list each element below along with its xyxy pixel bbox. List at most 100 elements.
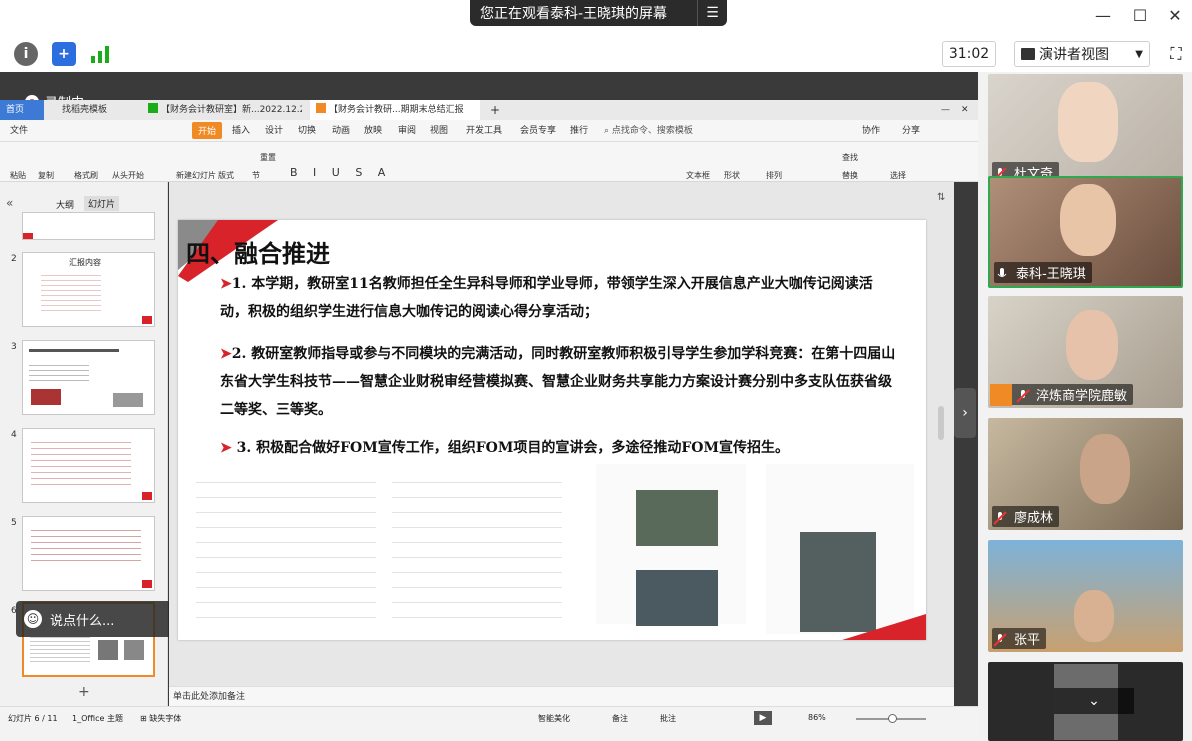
side-toolbar-icon[interactable]: ⇅ (937, 192, 951, 210)
play-icon[interactable]: ▶ (754, 711, 772, 725)
menu-transition[interactable]: 切换 (298, 123, 316, 136)
thumb-number: 5 (11, 518, 17, 528)
slide-title: 四、融合推进 (186, 240, 330, 268)
select-button[interactable]: 选择 (890, 170, 906, 181)
wps-ribbon: 粘贴 复制 格式刷 从头开始 新建幻灯片 版式 节 重置 B I U S A 文… (0, 142, 978, 182)
info-icon[interactable]: i (14, 42, 38, 66)
menu-file[interactable]: 文件 (10, 123, 28, 136)
menu-home[interactable]: 开始 (192, 122, 223, 139)
theme-name: 1_Office 主题 (72, 714, 123, 723)
replace-button[interactable]: 替换 (842, 170, 858, 181)
format-painter-button[interactable]: 格式刷 (74, 170, 98, 181)
add-slide-icon[interactable]: + (78, 684, 90, 700)
menu-view[interactable]: 视图 (430, 123, 448, 136)
participant-tile[interactable]: 廖成林 (988, 418, 1183, 530)
participant-name: 廖成林 (1014, 511, 1054, 526)
menu-design[interactable]: 设计 (265, 123, 283, 136)
collapse-panel-icon[interactable]: « (6, 196, 13, 210)
menu-slideshow[interactable]: 放映 (364, 123, 382, 136)
missing-font[interactable]: ⊞ 缺失字体 (140, 713, 181, 724)
share-banner-text: 您正在观看泰科-王晓琪的屏幕 (480, 6, 668, 22)
slide-thumb-4[interactable] (22, 428, 155, 503)
tab-docer-templates[interactable]: 找稻壳模板 (56, 100, 136, 120)
zoom-slider-handle[interactable] (888, 714, 897, 723)
find-button[interactable]: 查找 (842, 152, 858, 163)
menu-review[interactable]: 审阅 (398, 123, 416, 136)
slide-bullet-3: ➤ 3. 积极配合做好FOM宣传工作，组织FOM项目的宣讲会，多途径推动FOM宣… (220, 440, 789, 456)
mic-icon (997, 268, 1007, 277)
menu-developer[interactable]: 开发工具 (466, 123, 502, 136)
new-tab-icon[interactable]: + (484, 100, 506, 120)
muted-mic-icon (993, 511, 1007, 525)
copy-button[interactable]: 复制 (38, 170, 54, 181)
slide-thumb-1[interactable] (22, 212, 155, 240)
participant-name: 泰科-王晓琪 (1016, 267, 1086, 282)
reset-button[interactable]: 重置 (260, 152, 276, 163)
vertical-scrollbar[interactable] (938, 406, 944, 440)
signal-icon[interactable] (90, 44, 110, 64)
slide-count: 幻灯片 6 / 11 (8, 714, 58, 723)
view-mode-label: 演讲者视图 (1039, 47, 1109, 63)
comment-toggle[interactable]: 批注 (660, 713, 676, 724)
slide-thumb-2[interactable]: 汇报内容 (22, 252, 155, 327)
share-menu-icon[interactable]: ☰ (697, 0, 727, 26)
menu-promote[interactable]: 推行 (570, 123, 588, 136)
textbox-button[interactable]: 文本框 (686, 170, 710, 181)
security-shield-icon[interactable]: + (52, 42, 76, 66)
tab-outline[interactable]: 大纲 (56, 198, 74, 211)
chat-input-overlay[interactable]: ☺ 说点什么... ‹ (16, 601, 188, 637)
new-slide-button[interactable]: 新建幻灯片 (176, 170, 216, 181)
tab-home[interactable]: 首页 (0, 100, 44, 120)
fullscreen-icon[interactable]: ⛶ (1163, 41, 1189, 67)
participant-tile-active[interactable]: 泰科-王晓琪 (988, 176, 1183, 288)
thumb-number: 3 (11, 342, 17, 352)
play-from-start-button[interactable]: 从头开始 (112, 170, 144, 181)
slide-thumb-3[interactable] (22, 340, 155, 415)
collab-button[interactable]: 协作 (862, 123, 880, 136)
muted-mic-icon (993, 633, 1007, 647)
slide-thumb-5[interactable] (22, 516, 155, 591)
slide-bullet-1: ➤1. 本学期，教研室11名教师担任全生异科导师和学业导师，带领学生深入开展信息… (220, 276, 873, 320)
notes-pane[interactable]: 单击此处添加备注 (169, 686, 954, 706)
close-icon[interactable]: ✕ (1162, 4, 1188, 28)
participant-tile[interactable]: 杜文奇 (988, 74, 1183, 186)
menu-animation[interactable]: 动画 (332, 123, 350, 136)
notes-toggle[interactable]: 备注 (612, 713, 628, 724)
tab-document-2[interactable]: 【财务会计教研...期期末总结汇报 (310, 100, 480, 120)
emoji-icon[interactable]: ☺ (24, 610, 42, 628)
current-slide[interactable]: 四、融合推进 ➤1. 本学期，教研室11名教师担任全生异科导师和学业导师，带领学… (178, 220, 926, 640)
participant-tile[interactable]: 淬炼商学院鹿敏 (988, 296, 1183, 408)
embedded-list-image-2 (392, 468, 562, 618)
beautify-button[interactable]: 智能美化 (538, 713, 570, 724)
wps-close-icon[interactable]: ✕ (955, 100, 975, 120)
chat-placeholder: 说点什么... (50, 613, 115, 629)
menu-insert[interactable]: 插入 (232, 123, 250, 136)
zoom-level[interactable]: 86% (808, 713, 826, 722)
participant-tile[interactable]: 张平 (988, 540, 1183, 652)
share-button[interactable]: 分享 (902, 123, 920, 136)
thumb-number: 4 (11, 430, 17, 440)
wps-status-bar: 幻灯片 6 / 11 1_Office 主题 ⊞ 缺失字体 智能美化 备注 批注… (0, 706, 978, 741)
font-style-buttons[interactable]: B I U S A (290, 166, 391, 179)
section-button[interactable]: 节 (252, 170, 260, 181)
minimize-icon[interactable]: — (1090, 4, 1116, 28)
chevron-down-icon[interactable]: ⌄ (1054, 688, 1134, 714)
tab-document-1[interactable]: 【财务会计教研室】新...2022.12.28 (142, 100, 302, 120)
participant-sidebar: 杜文奇 泰科-王晓琪 淬炼商学院鹿敏 廖成林 张平 ⌄ (978, 72, 1192, 741)
view-mode-select[interactable]: 演讲者视图 ▼ (1014, 41, 1150, 67)
meeting-timer: 31:02 (942, 41, 996, 67)
paste-button[interactable]: 粘贴 (10, 170, 26, 181)
wps-menu-bar: 文件 开始 插入 设计 切换 动画 放映 审阅 视图 开发工具 会员专享 推行 … (0, 120, 978, 142)
muted-mic-icon (1016, 389, 1030, 403)
tab-slides[interactable]: 幻灯片 (84, 196, 120, 211)
shape-button[interactable]: 形状 (724, 170, 740, 181)
collapse-sidebar-button[interactable]: › (954, 388, 976, 438)
embedded-list-image-1 (196, 468, 376, 618)
layout-button[interactable]: 版式 (218, 170, 234, 181)
maximize-icon[interactable]: ☐ (1127, 4, 1153, 28)
arrange-button[interactable]: 排列 (766, 170, 782, 181)
command-search[interactable]: ⌕ 点找命令、搜索模板 (604, 123, 693, 136)
menu-member[interactable]: 会员专享 (520, 123, 556, 136)
wps-minimize-icon[interactable]: — (935, 100, 956, 120)
participant-tile[interactable]: ⌄ (988, 662, 1183, 741)
